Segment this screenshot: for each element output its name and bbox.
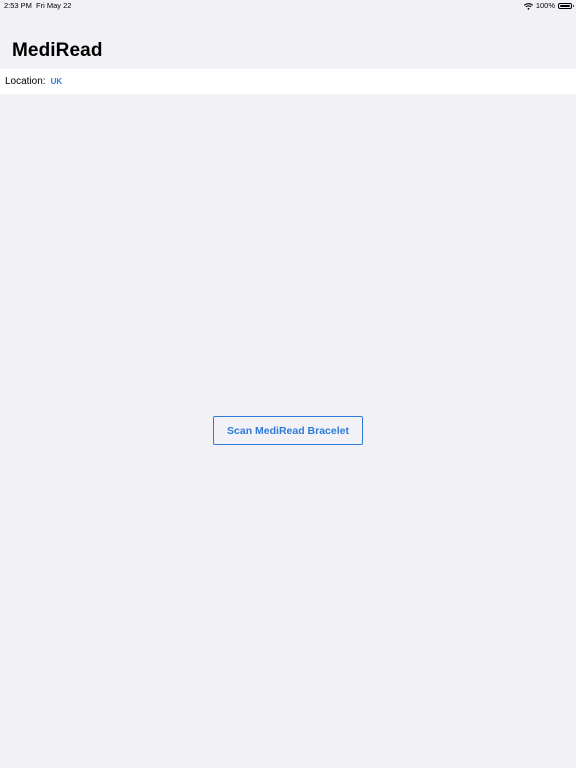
page-title: MediRead — [12, 40, 103, 61]
status-bar: 2:53 PM Fri May 22 100% — [0, 0, 576, 12]
battery-icon — [558, 3, 574, 9]
status-date: Fri May 22 — [36, 1, 72, 10]
status-time: 2:53 PM — [4, 1, 32, 10]
battery-fill — [560, 5, 570, 7]
battery-percent: 100% — [535, 1, 555, 10]
status-indicators: 100% — [523, 0, 574, 12]
wifi-icon — [523, 2, 533, 10]
location-label: Location: — [5, 76, 46, 87]
location-value[interactable]: UK — [51, 77, 63, 86]
scan-bracelet-button[interactable]: Scan MediRead Bracelet — [213, 416, 363, 445]
location-row: Location: UK — [0, 69, 576, 94]
